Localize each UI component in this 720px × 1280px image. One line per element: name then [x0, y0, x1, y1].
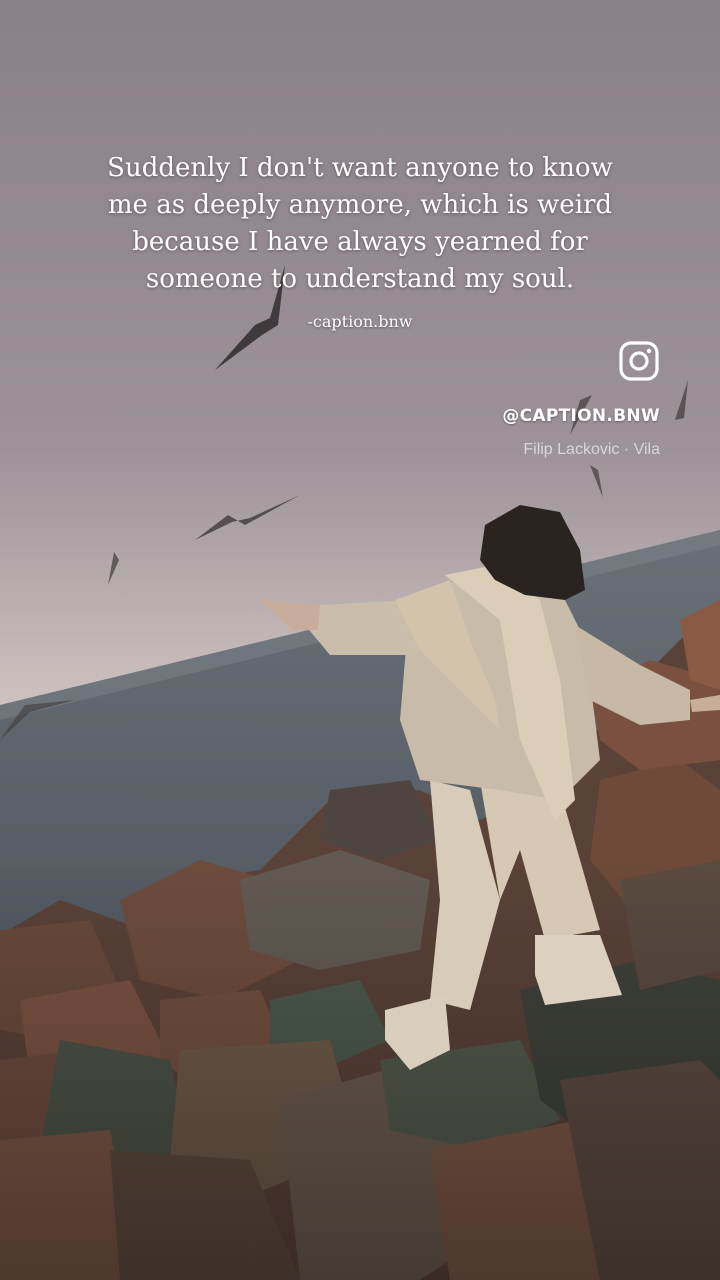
quote-line: because I have always yearned for: [132, 227, 588, 257]
account-handle[interactable]: @CAPTION.BNW: [502, 406, 660, 426]
quote-line: someone to understand my soul.: [145, 264, 575, 294]
story-frame: Suddenly I don't want anyone to know me …: [0, 0, 720, 1280]
quote-line: me as deeply anymore, which is weird: [107, 190, 613, 220]
music-credit[interactable]: Filip Lackovic · Vila: [523, 441, 660, 459]
quote-line: Suddenly I don't want anyone to know: [107, 153, 613, 183]
quote-text: Suddenly I don't want anyone to know me …: [60, 150, 660, 298]
quote-credit: -caption.bnw: [307, 312, 413, 331]
instagram-icon[interactable]: [618, 340, 660, 382]
